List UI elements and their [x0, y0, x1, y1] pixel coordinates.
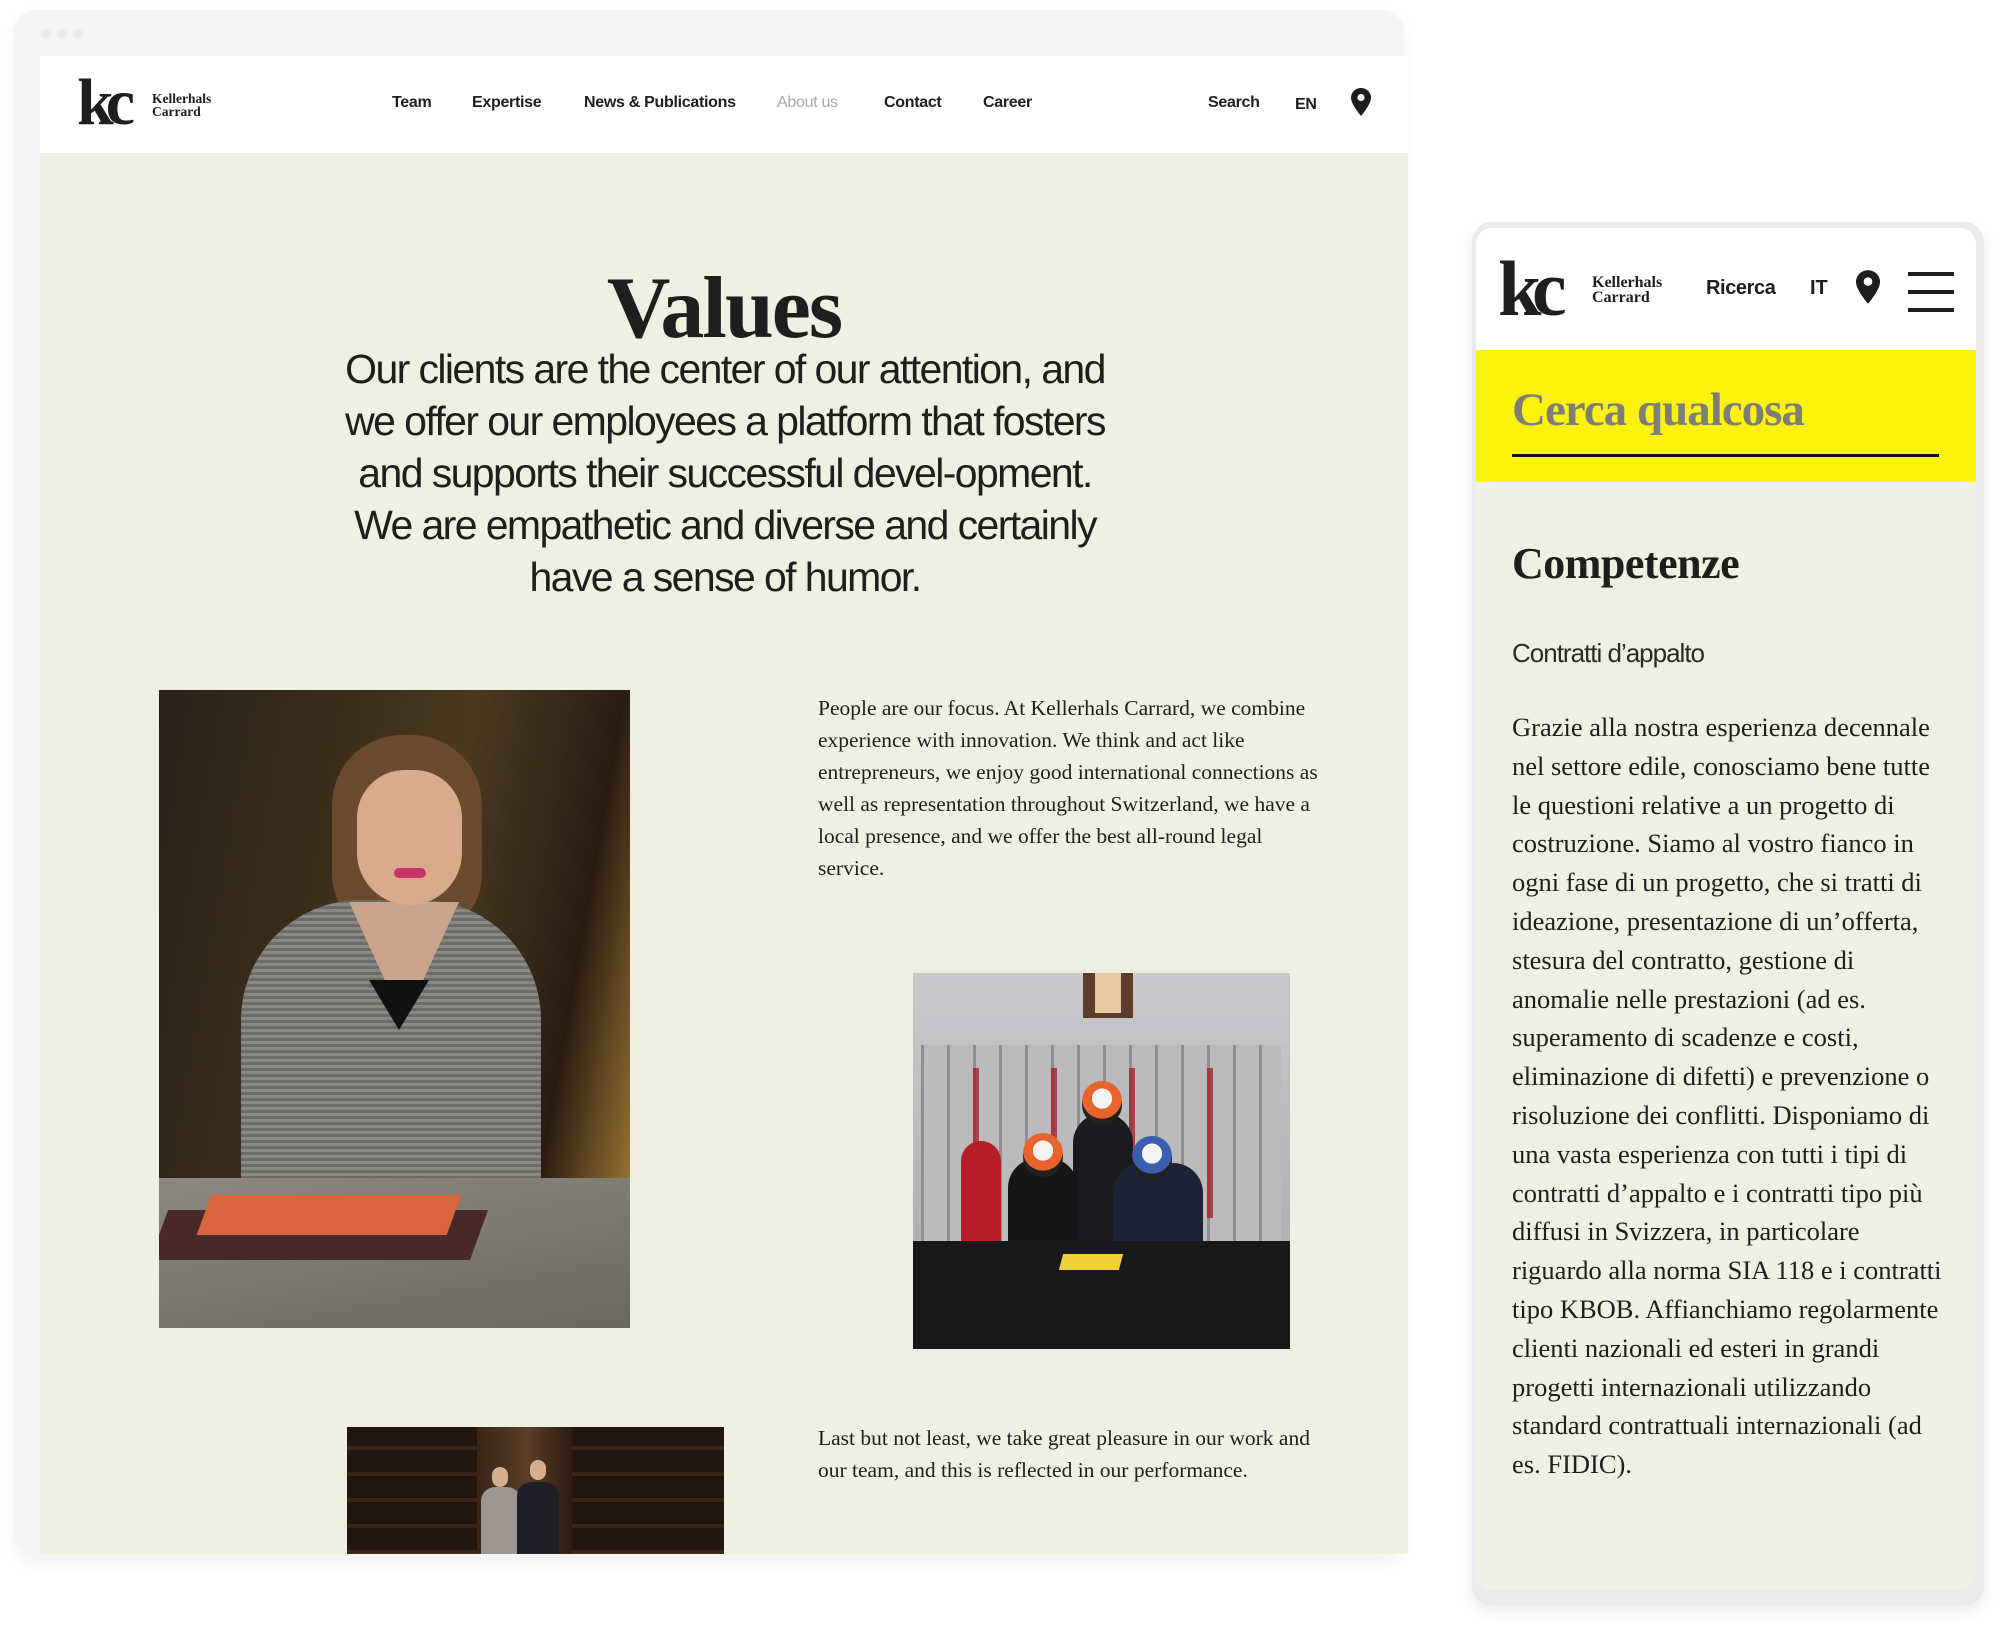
photo-woman-portrait	[159, 690, 630, 1328]
search-band	[1476, 350, 1976, 482]
brand-name: Kellerhals Carrard	[1592, 275, 1662, 307]
search-input[interactable]	[1512, 384, 1940, 436]
nav-career[interactable]: Career	[983, 94, 1032, 112]
desktop-browser-window: kc Kellerhals Carrard Team Expertise New…	[14, 10, 1408, 1557]
nav-about-us[interactable]: About us	[777, 94, 838, 112]
values-paragraph-2: Last but not least, we take great pleasu…	[818, 1426, 1310, 1482]
search-underline	[1512, 454, 1939, 457]
search-link[interactable]: Search	[1208, 94, 1260, 112]
brand-name: Kellerhals Carrard	[152, 92, 211, 119]
mobile-header: kc Kellerhals Carrard Ricerca IT	[1476, 228, 1976, 350]
values-paragraph-1: People are our focus. At Kellerhals Carr…	[818, 696, 1318, 880]
map-pin-icon[interactable]	[1351, 88, 1371, 116]
photo-library-duo	[347, 1427, 724, 1554]
intro-text: Our clients are the center of our attent…	[345, 346, 1106, 600]
nav-news-publications[interactable]: News & Publications	[584, 94, 736, 112]
section-subtitle: Contratti d’appalto	[1512, 638, 1705, 668]
window-controls	[41, 29, 83, 39]
nav-team[interactable]: Team	[392, 94, 432, 112]
photo-helmet-team	[913, 973, 1290, 1349]
mobile-device-frame: kc Kellerhals Carrard Ricerca IT Co	[1472, 222, 1984, 1606]
nav-expertise[interactable]: Expertise	[472, 94, 542, 112]
map-pin-icon[interactable]	[1856, 270, 1880, 304]
mobile-search-link[interactable]: Ricerca	[1706, 277, 1776, 300]
desktop-page: kc Kellerhals Carrard Team Expertise New…	[40, 56, 1408, 1554]
language-switch[interactable]: EN	[1295, 96, 1317, 114]
window-minimize-button[interactable]	[57, 29, 67, 39]
brand-name-line2: Carrard	[152, 103, 201, 119]
kc-logo-icon: kc	[1498, 245, 1567, 332]
section-body: Grazie alla nostra esperienza decennale …	[1512, 712, 1942, 1480]
brand-name-line2: Carrard	[1592, 289, 1650, 307]
desktop-header: kc Kellerhals Carrard Team Expertise New…	[40, 56, 1408, 153]
window-close-button[interactable]	[41, 29, 51, 39]
hamburger-menu-icon[interactable]	[1908, 272, 1954, 312]
mobile-page: kc Kellerhals Carrard Ricerca IT Co	[1476, 228, 1976, 1590]
nav-contact[interactable]: Contact	[884, 94, 942, 112]
window-maximize-button[interactable]	[73, 29, 83, 39]
section-title: Competenze	[1512, 539, 1740, 588]
mobile-language-switch[interactable]: IT	[1810, 277, 1828, 300]
kc-logo-icon: kc	[77, 66, 135, 139]
